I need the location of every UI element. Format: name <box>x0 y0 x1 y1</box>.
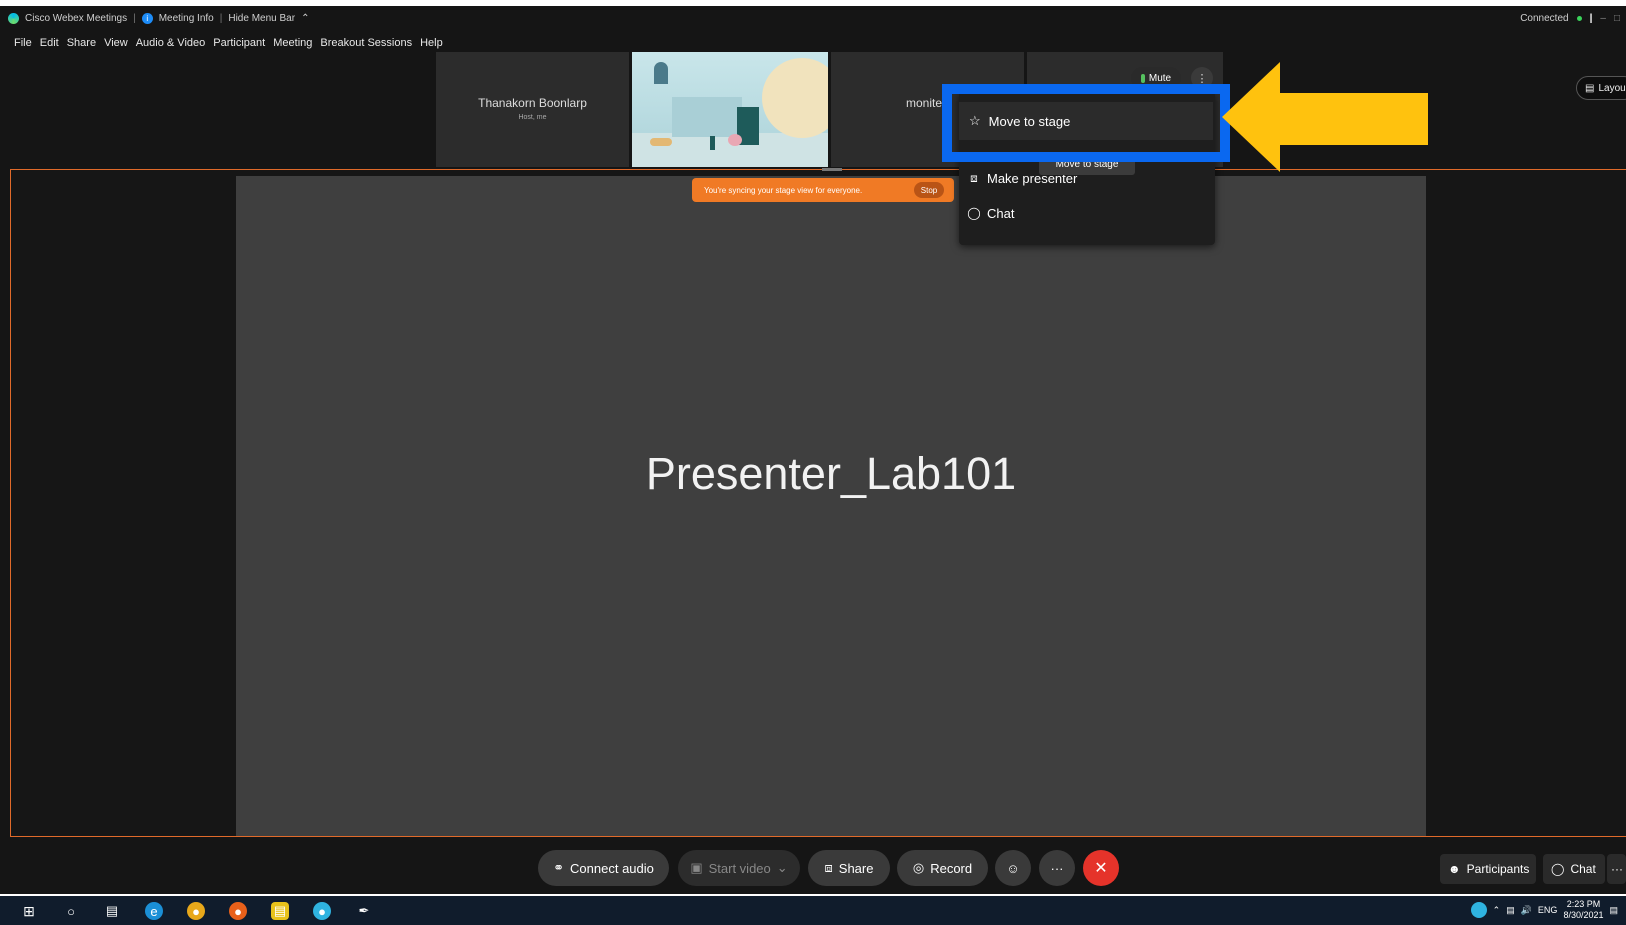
connected-dot-icon <box>1576 16 1582 21</box>
menu-share[interactable]: Share <box>67 37 96 49</box>
video-steps <box>672 97 742 137</box>
audio-icon: ⚭ <box>553 860 565 875</box>
meeting-controls: ⚭ Connect audio ▣ Start video ⌄ ⧈ Share … <box>0 850 1626 894</box>
record-icon: ◎ <box>912 860 925 875</box>
layout-button[interactable]: ▤ Layou <box>1576 76 1626 100</box>
more-icon: ··· <box>1050 860 1064 876</box>
chevron-up-icon[interactable]: ⌃ <box>1493 905 1501 916</box>
layout-icon: ▤ <box>1585 82 1595 94</box>
record-button[interactable]: ◎ Record <box>897 850 988 886</box>
stage-presenter-name: Presenter_Lab101 <box>645 448 1017 499</box>
reactions-button[interactable]: ☺ <box>995 850 1031 886</box>
emoji-icon: ☺ <box>1006 860 1020 876</box>
share-icon: ⧈ <box>970 170 978 185</box>
participant-name: monite <box>906 96 943 110</box>
menu-meeting[interactable]: Meeting <box>273 37 312 49</box>
chevron-up-icon[interactable]: ⌃ <box>301 13 309 24</box>
menu-view[interactable]: View <box>104 37 128 49</box>
chat-icon: ◯ <box>1551 862 1565 876</box>
start-video-label: Start video <box>708 860 771 876</box>
layout-label: Layou <box>1598 82 1626 94</box>
paint-icon[interactable]: ✒ <box>355 902 373 920</box>
network-icon[interactable]: ▤ <box>1506 905 1515 916</box>
microphone-icon <box>1140 73 1145 83</box>
video-door-shape <box>654 62 668 84</box>
menu-item-chat[interactable]: ◯ Chat <box>967 199 1014 227</box>
clock-time: 2:23 PM <box>1566 899 1601 909</box>
menu-help[interactable]: Help <box>420 37 443 49</box>
video-icon: ▣ <box>690 860 703 875</box>
clock[interactable]: 2:23 PM 8/30/2021 <box>1563 899 1603 921</box>
video-log-shape <box>650 138 672 146</box>
start-video-button[interactable]: ▣ Start video ⌄ <box>678 850 800 886</box>
task-view-icon[interactable]: ▤ <box>103 902 121 920</box>
info-icon: i <box>141 13 153 24</box>
search-icon[interactable]: ○ <box>62 902 80 920</box>
webex-taskbar-icon[interactable]: ● <box>313 902 331 920</box>
windows-start-icon[interactable]: ⊞ <box>20 902 38 920</box>
stop-sync-button[interactable]: Stop <box>914 182 944 198</box>
meeting-info-link[interactable]: Meeting Info <box>159 13 214 24</box>
file-explorer-icon[interactable]: ▤ <box>271 902 289 920</box>
mute-label: Mute <box>1148 72 1172 84</box>
participants-icon: ☻ <box>1448 862 1461 876</box>
record-label: Record <box>930 860 973 876</box>
participants-button[interactable]: ☻ Participants <box>1440 854 1536 884</box>
connect-audio-label: Connect audio <box>570 860 654 876</box>
language-indicator[interactable]: ENG <box>1538 905 1558 915</box>
title-separator: | <box>133 13 136 24</box>
participant-role: Host, me <box>518 114 547 121</box>
participant-tile-video[interactable] <box>632 52 828 167</box>
windows-taskbar: ⊞ ○ ▤ e ● ● ▤ ● ✒ ⌃ ▤ 🔊 ENG 2:23 PM 8/30… <box>0 896 1626 925</box>
menu-audio-video[interactable]: Audio & Video <box>136 37 206 49</box>
webex-logo-icon <box>8 13 19 24</box>
participants-label: Participants <box>1466 862 1530 876</box>
menu-item-label: Chat <box>987 205 1015 221</box>
sync-banner-text: You're syncing your stage view for every… <box>704 185 863 195</box>
share-icon: ⧈ <box>824 860 833 875</box>
connect-audio-button[interactable]: ⚭ Connect audio <box>538 850 669 886</box>
menu-edit[interactable]: Edit <box>40 37 59 49</box>
participant-name: Thanakorn Boonlarp <box>478 96 587 110</box>
title-separator: | <box>219 13 223 24</box>
connection-status: Connected <box>1520 13 1569 24</box>
title-bar: Cisco Webex Meetings | i Meeting Info | … <box>0 6 1626 30</box>
participant-tile-host[interactable]: Thanakorn Boonlarp Host, me <box>436 52 629 167</box>
more-options-button[interactable]: ··· <box>1039 850 1075 886</box>
filmstrip-resize-handle[interactable] <box>822 168 842 171</box>
more-panels-button[interactable]: ··· <box>1607 854 1626 884</box>
sync-banner: You're syncing your stage view for every… <box>692 178 954 202</box>
chat-button[interactable]: ◯ Chat <box>1543 854 1605 884</box>
menu-breakout-sessions[interactable]: Breakout Sessions <box>320 37 412 49</box>
app-name: Cisco Webex Meetings <box>25 13 128 24</box>
restore-icon[interactable]: □ <box>1614 13 1620 24</box>
annotation-arrow-icon <box>1222 62 1428 172</box>
firefox-icon[interactable]: ● <box>229 902 247 920</box>
stage-area: Presenter_Lab101 <box>236 176 1426 836</box>
help-icon[interactable] <box>1470 902 1487 918</box>
hide-menu-bar-link[interactable]: Hide Menu Bar <box>228 13 295 24</box>
video-post-shape <box>710 136 715 150</box>
chevron-down-icon[interactable]: ⌄ <box>777 860 788 876</box>
video-blob-shape <box>728 134 742 146</box>
notifications-icon[interactable]: ▤ <box>1609 905 1618 916</box>
chat-icon: ◯ <box>967 206 981 220</box>
share-label: Share <box>838 860 874 876</box>
clock-date: 8/30/2021 <box>1563 910 1604 920</box>
menu-file[interactable]: File <box>14 37 32 49</box>
menu-bar: File Edit Share View Audio & Video Parti… <box>14 37 443 49</box>
volume-icon[interactable]: 🔊 <box>1521 905 1532 916</box>
edge-icon[interactable]: e <box>145 902 163 920</box>
menu-participant[interactable]: Participant <box>213 37 265 49</box>
end-meeting-button[interactable]: ✕ <box>1083 850 1119 886</box>
share-button[interactable]: ⧈ Share <box>808 850 890 886</box>
chat-label: Chat <box>1570 862 1596 876</box>
minimize-icon[interactable]: – <box>1600 13 1606 24</box>
more-icon: ··· <box>1611 862 1623 876</box>
chrome-icon[interactable]: ● <box>187 902 205 920</box>
divider: | <box>1589 13 1593 24</box>
close-icon: ✕ <box>1094 860 1108 877</box>
annotation-highlight-box <box>942 84 1230 162</box>
system-tray: ⌃ ▤ 🔊 ENG 2:23 PM 8/30/2021 ▤ <box>1470 899 1618 921</box>
